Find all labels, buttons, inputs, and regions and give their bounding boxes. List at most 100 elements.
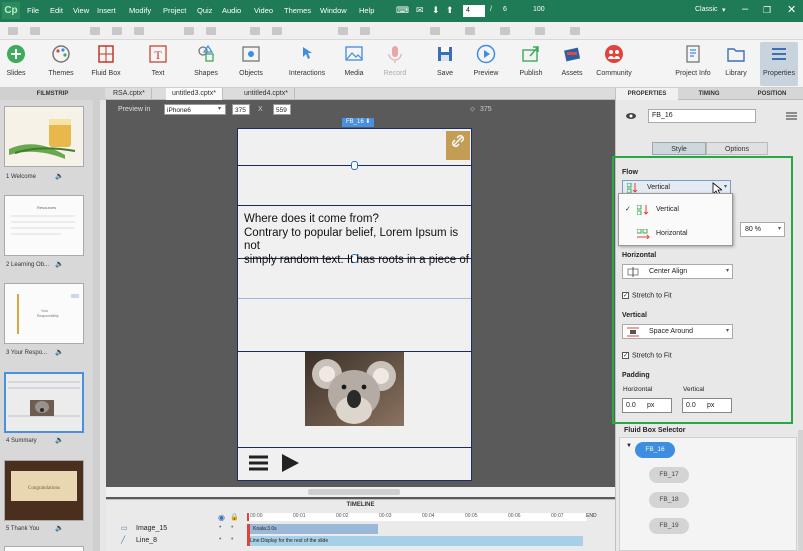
slide-thumb-6[interactable] [4,546,84,551]
shapes-button[interactable]: Shapes [192,44,220,77]
timeline-row-image[interactable]: ▭ Image_15 • • [106,524,245,535]
speaker-icon[interactable]: 🔈 [55,348,64,356]
fluid-box-item[interactable]: FB_17 [649,467,689,483]
tab-timing[interactable]: TIMING [678,88,740,100]
speaker-icon[interactable]: 🔈 [55,436,64,444]
filmstrip-scrollbar[interactable] [93,100,100,551]
slide-number-input[interactable]: 4 [463,5,485,17]
save-button[interactable]: Save [432,44,458,77]
distribute-icon[interactable] [206,27,216,35]
timeline-bar-image[interactable]: Koala:3.0s [250,524,378,534]
resize-icon[interactable] [250,27,260,35]
speaker-icon[interactable]: 🔈 [55,172,64,180]
visibility-dot[interactable]: • [219,536,221,543]
fluid-box-tag[interactable]: FB_16 ⬇ [342,118,375,127]
publish-button[interactable]: Publish [516,44,546,77]
flow-option-horizontal[interactable]: Horizontal [619,226,732,242]
slide-thumb-5[interactable]: Congratulations [4,460,84,521]
koala-image[interactable] [305,352,404,426]
slide-thumb-3[interactable]: Your Responsibility [4,283,84,344]
stage-horizontal-scrollbar[interactable] [106,487,615,497]
menu-audio[interactable]: Audio [222,6,241,15]
menu-window[interactable]: Window [320,6,347,15]
zoom-level[interactable]: 100 [533,6,545,13]
keyboard-icon[interactable]: ⌨ [396,5,409,16]
timeline-bar-line[interactable]: Line:Display for the rest of the slide [247,536,583,546]
percent-field[interactable]: 80 % ▾ [740,222,785,237]
align-icon[interactable] [90,27,100,35]
padding-horizontal-input[interactable]: 0.0 px [622,398,672,413]
menu-themes[interactable]: Themes [284,6,311,15]
fluid-box-item[interactable]: FB_19 [649,518,689,534]
panel-menu-icon[interactable] [786,112,797,120]
lock-dot[interactable]: • [231,524,233,531]
arrange-icon[interactable] [465,27,475,35]
resize-handle[interactable] [351,161,358,170]
playhead[interactable] [247,513,249,521]
fluid-box-item[interactable]: FB_18 [649,492,689,508]
maximize-icon[interactable]: ❐ [763,5,771,16]
close-icon[interactable]: ✕ [787,3,796,16]
chevron-down-icon[interactable]: ▾ [722,6,726,14]
vertical-stretch-checkbox[interactable]: ✓ Stretch to Fit [622,352,672,359]
fluid-box-button[interactable]: Fluid Box [89,44,123,77]
arrow-up-icon[interactable]: ⬆ [446,5,454,16]
flow-option-vertical[interactable]: ✓ Vertical [619,202,732,218]
record-button[interactable]: Record [380,44,410,77]
preview-button[interactable]: Preview [470,44,502,77]
arrange-icon[interactable] [570,27,580,35]
slides-button[interactable]: Slides [3,44,29,77]
tab-untitled4[interactable]: untitled4.cptx* [238,88,295,100]
objects-button[interactable]: Objects [236,44,266,77]
eye-icon[interactable]: ◉ [218,513,225,522]
minimize-icon[interactable]: – [742,3,748,15]
speaker-icon[interactable]: 🔈 [55,524,64,532]
menu-project[interactable]: Project [163,6,186,15]
width-input[interactable]: 375 [232,104,250,115]
distribute-icon[interactable] [184,27,194,35]
menu-quiz[interactable]: Quiz [197,6,212,15]
arrange-icon[interactable] [430,27,440,35]
lock-dot[interactable]: • [231,536,233,543]
resize-icon[interactable] [272,27,282,35]
hamburger-menu-icon[interactable] [249,455,268,471]
height-input[interactable]: 559 [273,104,291,115]
speaker-icon[interactable]: 🔈 [55,260,64,268]
object-name-field[interactable]: FB_16 [648,109,756,123]
menu-help[interactable]: Help [359,6,374,15]
properties-scrollbar[interactable] [798,430,803,551]
align-icon[interactable] [112,27,122,35]
tab-untitled3[interactable]: untitled3.cptx* [166,88,223,100]
menu-edit[interactable]: Edit [50,6,63,15]
caret-down-icon[interactable]: ▼ [626,443,632,449]
visibility-dot[interactable]: • [219,524,221,531]
lock-icon[interactable]: 🔒 [230,513,239,521]
tab-options[interactable]: Options [706,142,768,155]
assets-button[interactable]: Assets [558,44,586,77]
arrow-down-icon[interactable]: ⬇ [432,5,440,16]
fluid-box-item-selected[interactable]: FB_16 [635,442,675,458]
ruler-pin-icon[interactable]: ⬦ [470,106,475,114]
menu-video[interactable]: Video [254,6,273,15]
align-icon[interactable] [134,27,144,35]
timeline-ruler[interactable]: 00:00 00:01 00:02 00:03 00:04 00:05 00:0… [247,513,587,521]
slide-thumb-4[interactable] [4,372,84,433]
envelope-icon[interactable]: ✉ [416,5,424,16]
device-frame[interactable] [237,128,472,481]
interactions-button[interactable]: Interactions [287,44,327,77]
tab-properties[interactable]: PROPERTIES [616,88,678,100]
workspace-selector[interactable]: Classic [695,6,718,13]
text-button[interactable]: T Text [145,44,171,77]
chevron-down-icon[interactable]: ▾ [218,105,221,112]
horizontal-stretch-checkbox[interactable]: ✓ Stretch to Fit [622,292,672,299]
properties-button[interactable]: Properties [760,42,798,86]
body-text[interactable]: Where does it come from? Contrary to pop… [244,213,470,267]
layer-icon[interactable] [338,27,348,35]
menu-file[interactable]: File [27,6,39,15]
scrollbar-thumb[interactable] [308,489,400,495]
menu-insert[interactable]: Insert [97,6,116,15]
media-button[interactable]: Media [340,44,368,77]
project-info-button[interactable]: Project Info [673,44,713,77]
slide-thumb-2[interactable]: Resources [4,195,84,256]
arrange-icon[interactable] [535,27,545,35]
